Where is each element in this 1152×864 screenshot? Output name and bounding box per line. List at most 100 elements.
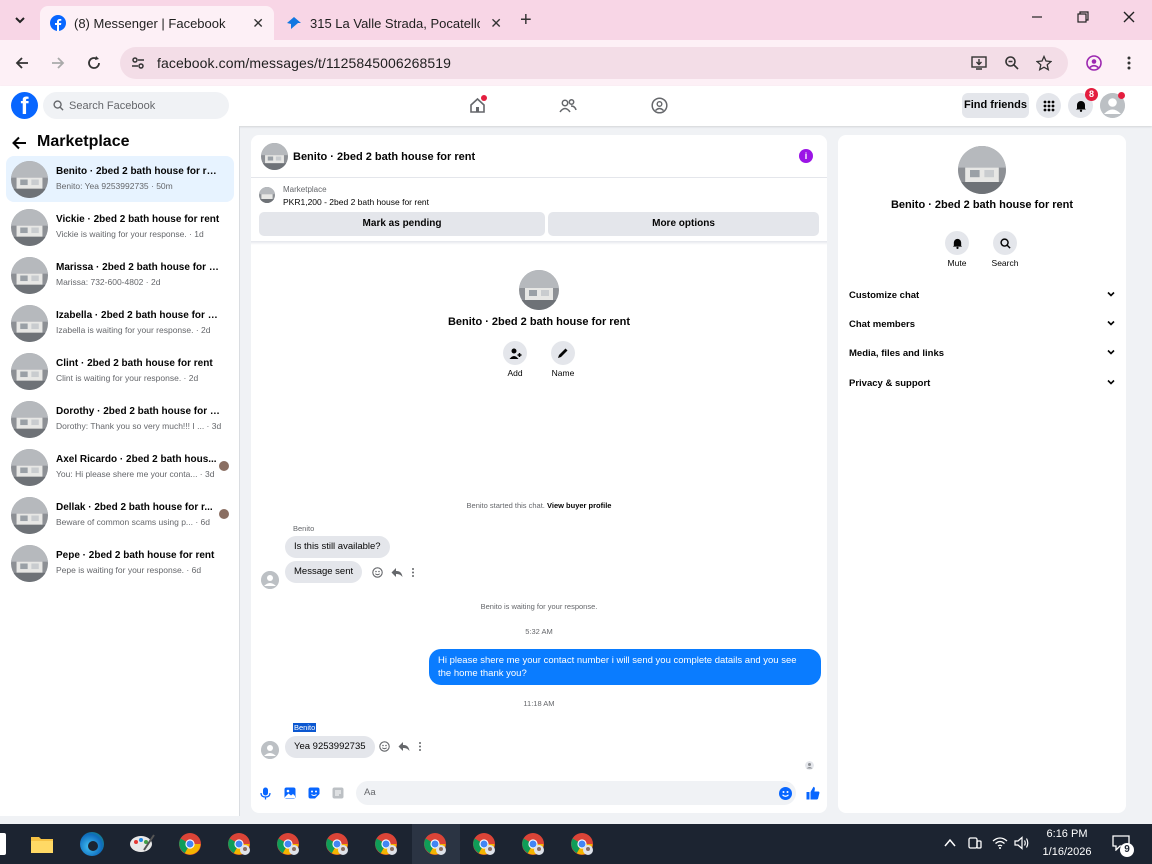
sender-name: Benito <box>293 524 315 533</box>
name-chat-button[interactable] <box>551 341 575 365</box>
gif-button[interactable] <box>332 787 344 799</box>
close-window-button[interactable] <box>1122 10 1136 24</box>
microphone-icon <box>260 787 271 800</box>
message-bubble[interactable]: Is this still available? <box>285 536 390 558</box>
bell-icon <box>1075 101 1086 112</box>
chrome-window-button[interactable] <box>472 832 496 856</box>
close-tab-icon[interactable]: ✕ <box>252 15 264 32</box>
message-bubble[interactable]: Yea 9253992735 <box>285 736 375 758</box>
sticker-button[interactable] <box>308 787 320 799</box>
site-info-button[interactable] <box>130 55 146 71</box>
menu-button[interactable] <box>1036 93 1061 118</box>
paint-app-button[interactable] <box>129 832 155 856</box>
seen-avatar <box>219 461 229 471</box>
section-customize-chat[interactable]: Customize chat <box>849 290 1115 301</box>
search-icon <box>53 100 64 111</box>
chrome-window-button[interactable] <box>570 832 594 856</box>
section-chat-members[interactable]: Chat members <box>849 319 1115 330</box>
clock-date[interactable]: 1/16/2026 <box>1036 846 1098 858</box>
chrome-window-button[interactable] <box>423 832 447 856</box>
emoji-picker-button[interactable] <box>779 787 792 800</box>
facebook-search-input[interactable]: Search Facebook <box>43 92 229 119</box>
conversation-item[interactable]: Pepe · 2bed 2 bath house for rent Pepe is… <box>6 540 234 586</box>
nav-groups[interactable] <box>651 97 668 114</box>
like-button[interactable] <box>806 786 820 800</box>
info-icon[interactable]: i <box>799 149 813 163</box>
attach-photo-button[interactable] <box>284 787 296 799</box>
phone-link-tray-icon[interactable] <box>968 836 982 850</box>
url-text[interactable]: facebook.com/messages/t/1125845006268519 <box>157 55 451 71</box>
install-app-button[interactable] <box>971 55 987 71</box>
chrome-window-button[interactable] <box>178 832 202 856</box>
reply-icon[interactable] <box>391 567 403 578</box>
sender-avatar[interactable] <box>261 741 279 759</box>
chrome-icon <box>522 833 544 855</box>
conversation-item[interactable]: Marissa · 2bed 2 bath house for rent Mari… <box>6 252 234 298</box>
info-panel-avatar[interactable] <box>958 146 1006 194</box>
conversation-item[interactable]: Dorothy · 2bed 2 bath house for r... Doro… <box>6 396 234 442</box>
message-input[interactable]: Aa <box>356 781 796 805</box>
chat-header-avatar[interactable] <box>261 143 288 170</box>
contact-avatar[interactable] <box>519 270 559 310</box>
chrome-window-button[interactable] <box>276 832 300 856</box>
browser-menu-button[interactable] <box>1126 55 1132 71</box>
volume-tray-icon[interactable] <box>1014 836 1030 850</box>
find-friends-button[interactable]: Find friends <box>962 93 1029 118</box>
zoom-button[interactable] <box>1004 55 1020 71</box>
browser-tab-messenger[interactable]: (8) Messenger | Facebook ✕ <box>40 6 274 40</box>
chrome-window-button[interactable] <box>521 832 545 856</box>
add-person-icon <box>509 348 521 359</box>
conversation-item[interactable]: Clint · 2bed 2 bath house for rent Clint … <box>6 348 234 394</box>
browser-tab-zillow[interactable]: 315 La Valle Strada, Pocatello, ID ✕ <box>276 6 512 40</box>
nav-friends[interactable] <box>559 97 577 114</box>
add-people-button[interactable] <box>503 341 527 365</box>
conversation-item[interactable]: Dellak · 2bed 2 bath house for r... Bewar… <box>6 492 234 538</box>
minimize-button[interactable] <box>1030 10 1044 24</box>
show-hidden-icons-button[interactable] <box>944 838 956 848</box>
back-arrow-button[interactable] <box>12 136 27 150</box>
forward-button[interactable] <box>50 55 66 71</box>
listing-thumbnail[interactable] <box>259 187 275 203</box>
message-bubble[interactable]: Message sent <box>285 561 363 583</box>
voice-clip-button[interactable] <box>260 787 271 800</box>
mark-as-pending-button[interactable]: Mark as pending <box>259 212 545 236</box>
facebook-logo-icon[interactable]: f <box>11 92 38 119</box>
section-privacy-support[interactable]: Privacy & support <box>849 378 1115 389</box>
conversation-item[interactable]: Benito · 2bed 2 bath house for rent Benit… <box>6 156 234 202</box>
file-explorer-button[interactable] <box>30 834 54 858</box>
view-buyer-profile-link[interactable]: View buyer profile <box>547 501 611 510</box>
reload-button[interactable] <box>86 55 102 71</box>
reply-icon[interactable] <box>398 741 410 752</box>
contact-name: Benito · 2bed 2 bath house for rent <box>447 316 631 328</box>
conversation-item[interactable]: Izabella · 2bed 2 bath house for rent Iza… <box>6 300 234 346</box>
sender-avatar[interactable] <box>261 571 279 589</box>
emoji-icon[interactable] <box>372 567 383 578</box>
network-tray-icon[interactable] <box>992 836 1008 850</box>
profile-button[interactable] <box>1086 55 1102 71</box>
restore-button[interactable] <box>1076 10 1090 24</box>
emoji-icon[interactable] <box>379 741 390 752</box>
chrome-window-button[interactable] <box>227 832 251 856</box>
mute-button[interactable] <box>945 231 969 255</box>
chrome-window-button[interactable] <box>374 832 398 856</box>
more-vertical-icon[interactable] <box>418 741 422 752</box>
start-button[interactable] <box>0 833 6 855</box>
more-vertical-icon[interactable] <box>411 567 415 578</box>
chrome-window-button[interactable] <box>325 832 349 856</box>
conversation-item[interactable]: Vickie · 2bed 2 bath house for rent Vicki… <box>6 204 234 250</box>
tab-search-button[interactable] <box>8 8 32 32</box>
section-media-files-links[interactable]: Media, files and links <box>849 348 1115 359</box>
listing-price-title[interactable]: PKR1,200 - 2bed 2 bath house for rent <box>283 197 429 207</box>
clock-time[interactable]: 6:16 PM <box>1036 828 1098 840</box>
close-tab-icon[interactable]: ✕ <box>490 15 502 32</box>
new-tab-button[interactable]: + <box>520 10 532 30</box>
more-options-button[interactable]: More options <box>548 212 819 236</box>
bookmark-button[interactable] <box>1036 55 1052 71</box>
conversation-item[interactable]: Axel Ricardo · 2bed 2 bath hous... You: H… <box>6 444 234 490</box>
chevron-down-icon <box>1107 320 1115 326</box>
edge-browser-button[interactable] <box>80 832 104 856</box>
back-button[interactable] <box>14 55 30 71</box>
house-photo-icon <box>261 143 288 170</box>
my-message-bubble[interactable]: Hi please shere me your contact number i… <box>429 649 821 685</box>
search-in-chat-button[interactable] <box>993 231 1017 255</box>
